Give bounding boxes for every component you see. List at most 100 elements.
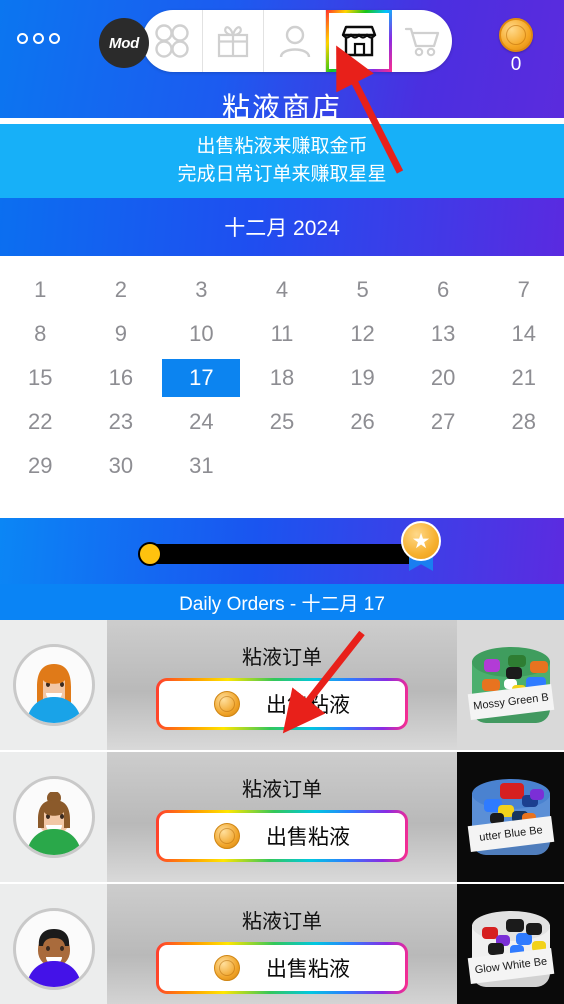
calendar-day-cell: 22 — [0, 400, 81, 444]
calendar-day-cell: 13 — [403, 312, 484, 356]
jar-charm — [483, 659, 500, 672]
coin-count: 0 — [510, 54, 522, 75]
order-detail-cell: 粘液订单 出售粘液 — [107, 752, 457, 882]
calendar-day-cell: 5 — [322, 268, 403, 312]
calendar-day[interactable]: 30 — [109, 444, 133, 488]
nav-item-shop-inner — [328, 13, 389, 69]
calendar-day[interactable]: 19 — [350, 356, 374, 400]
jar-charm — [529, 661, 548, 673]
calendar-day[interactable]: 18 — [270, 356, 294, 400]
jar-charm — [525, 923, 542, 935]
calendar-day-cell: 14 — [483, 312, 564, 356]
calendar-day[interactable]: 16 — [109, 356, 133, 400]
banner-line-2: 完成日常订单来赚取星星 — [177, 164, 387, 185]
calendar-day[interactable]: 1 — [34, 268, 46, 312]
top-header: Mod 0 粘液商店 — [0, 0, 564, 123]
calendar-day[interactable]: 28 — [511, 400, 535, 444]
calendar-day-cell: 23 — [81, 400, 162, 444]
calendar-day[interactable]: 13 — [431, 312, 455, 356]
calendar-day[interactable]: 20 — [431, 356, 455, 400]
jar-charm — [507, 655, 526, 667]
calendar-day-cell: 8 — [0, 312, 81, 356]
calendar-day-cell: 19 — [322, 356, 403, 400]
calendar-day[interactable]: 8 — [34, 312, 46, 356]
sell-slime-button[interactable]: 出售粘液 — [156, 677, 408, 730]
calendar-day[interactable]: 4 — [276, 268, 288, 312]
calendar-day-cell: 3 — [161, 268, 242, 312]
jar-charm — [529, 789, 544, 800]
calendar-day-cell: 26 — [322, 400, 403, 444]
order-jar-cell[interactable]: utter Blue Be — [457, 752, 564, 882]
calendar-day-cell: 18 — [242, 356, 323, 400]
calendar-day[interactable]: 10 — [189, 312, 213, 356]
calendar-day[interactable]: 6 — [437, 268, 449, 312]
avatar-boy-dark[interactable] — [12, 908, 95, 990]
jar-charm — [481, 679, 500, 691]
calendar-day[interactable]: 12 — [350, 312, 374, 356]
calendar-day[interactable]: 11 — [271, 312, 294, 356]
calendar-day[interactable]: 2 — [115, 268, 127, 312]
calendar-day[interactable]: 26 — [350, 400, 374, 444]
sell-button-label: 出售粘液 — [266, 825, 350, 849]
jar-charm — [505, 667, 522, 679]
nav-item-cart[interactable] — [392, 10, 452, 72]
calendar-day-selected[interactable]: 17 — [162, 359, 241, 397]
calendar-day-cell: 15 — [0, 356, 81, 400]
nav-item-profile[interactable] — [264, 10, 326, 72]
nav-item-grid[interactable] — [142, 10, 204, 72]
calendar-day[interactable]: 9 — [115, 312, 127, 356]
coin-counter: 0 — [486, 18, 546, 74]
calendar-day-cell: 30 — [81, 444, 162, 488]
sell-button-label: 出售粘液 — [266, 693, 350, 717]
calendar-day[interactable]: 7 — [518, 268, 530, 312]
info-banner: 出售粘液来赚取金币 完成日常订单来赚取星星 — [0, 124, 564, 198]
calendar-day-cell: 29 — [0, 444, 81, 488]
calendar-day-cell: 2 — [81, 268, 162, 312]
order-detail-cell: 粘液订单 出售粘液 — [107, 884, 457, 1004]
calendar-day-cell: 31 — [161, 444, 242, 488]
app-root: Mod 0 粘液商店 出售粘液来赚取金币 完成日常订单来赚取星星 十二月 202… — [0, 0, 564, 1004]
jar-charm — [505, 919, 524, 932]
nav-item-shop[interactable] — [325, 10, 392, 72]
sell-button-face: 出售粘液 — [159, 812, 405, 859]
calendar-day-cell: 17 — [161, 356, 242, 400]
star-medal-icon[interactable]: ★ — [398, 521, 444, 573]
coin-icon — [214, 690, 240, 717]
slime-jar: utter Blue Be — [467, 771, 554, 863]
dot-3 — [49, 33, 60, 44]
calendar-day-cell: 25 — [242, 400, 323, 444]
calendar-day[interactable]: 23 — [109, 400, 133, 444]
calendar-day[interactable]: 25 — [270, 400, 294, 444]
sell-slime-button[interactable]: 出售粘液 — [156, 809, 408, 862]
progress-track[interactable] — [138, 542, 427, 566]
order-row: 粘液订单 出售粘液 Mossy Green B — [0, 620, 564, 752]
mod-badge[interactable]: Mod — [99, 18, 149, 68]
sell-slime-button[interactable]: 出售粘液 — [156, 941, 408, 994]
calendar-day-cell: 11 — [242, 312, 323, 356]
order-jar-cell[interactable]: Glow White Be — [457, 884, 564, 1004]
three-dots-icon[interactable] — [17, 33, 60, 44]
jar-charm — [499, 783, 524, 799]
calendar-day[interactable]: 27 — [431, 400, 455, 444]
dot-1 — [17, 33, 28, 44]
order-avatar-cell — [0, 752, 107, 882]
order-row: 粘液订单 出售粘液 utter Blue Be — [0, 752, 564, 884]
calendar-day-cell: 21 — [483, 356, 564, 400]
calendar-day[interactable]: 29 — [28, 444, 52, 488]
calendar-day[interactable]: 3 — [195, 268, 207, 312]
calendar-day[interactable]: 22 — [28, 400, 52, 444]
avatar-girl-orange-hair[interactable] — [12, 644, 95, 726]
calendar-day-cell: 6 — [403, 268, 484, 312]
calendar-day[interactable]: 31 — [189, 444, 213, 488]
calendar-day[interactable]: 15 — [28, 356, 52, 400]
gift-icon — [216, 23, 250, 59]
order-jar-cell[interactable]: Mossy Green B — [457, 620, 564, 750]
calendar-day[interactable]: 21 — [511, 356, 535, 400]
calendar-day[interactable]: 14 — [511, 312, 535, 356]
nav-item-gift[interactable] — [203, 10, 265, 72]
coin-icon — [214, 954, 240, 981]
calendar-day[interactable]: 24 — [189, 400, 213, 444]
calendar-day[interactable]: 5 — [356, 268, 368, 312]
coin-icon — [499, 18, 533, 52]
avatar-girl-brown-bun[interactable] — [12, 776, 95, 858]
